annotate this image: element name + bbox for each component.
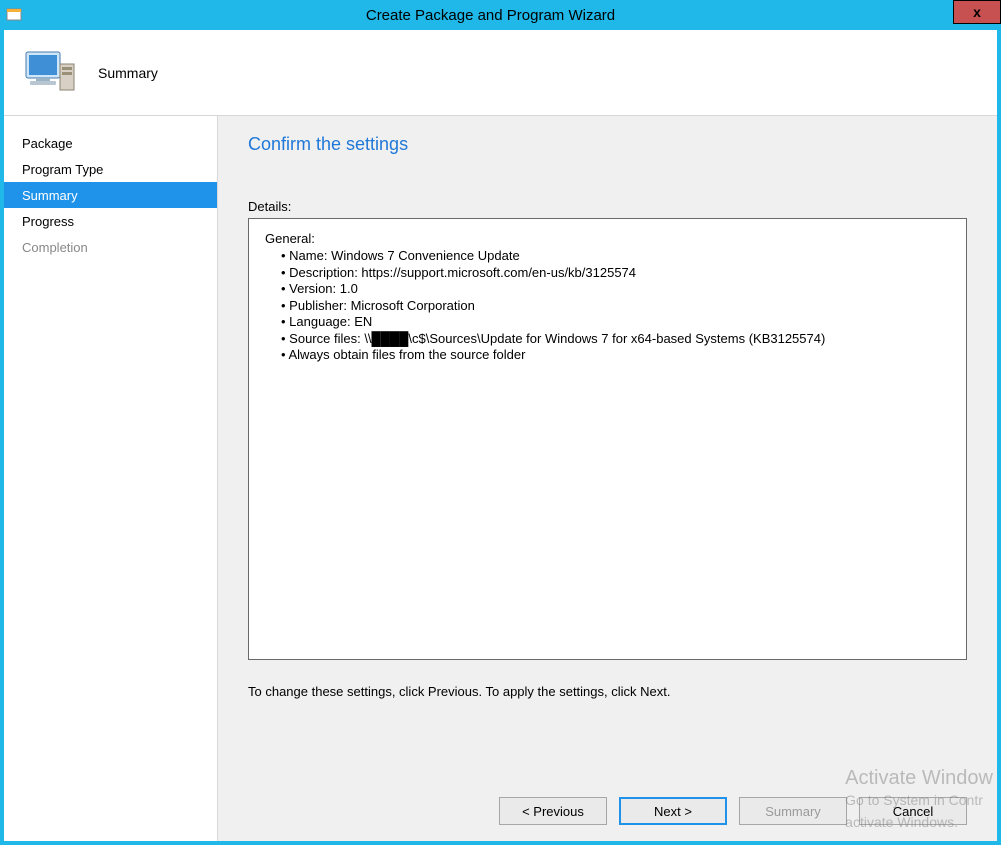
details-label: Details: xyxy=(248,199,967,214)
summary-button[interactable]: Summary xyxy=(739,797,847,825)
previous-button[interactable]: < Previous xyxy=(499,797,607,825)
title-bar: Create Package and Program Wizard x xyxy=(0,0,1001,30)
button-row: < Previous Next > Summary Cancel xyxy=(499,797,967,825)
details-item: Version: 1.0 xyxy=(291,281,950,298)
window-title: Create Package and Program Wizard xyxy=(28,7,953,24)
sidebar: Package Program Type Summary Progress Co… xyxy=(4,116,218,841)
close-icon: x xyxy=(973,4,981,20)
cancel-button[interactable]: Cancel xyxy=(859,797,967,825)
wizard-window: Create Package and Program Wizard x Summ… xyxy=(0,0,1001,845)
details-item: Language: EN xyxy=(291,314,950,331)
sidebar-item-summary[interactable]: Summary xyxy=(4,182,217,208)
sidebar-item-progress[interactable]: Progress xyxy=(4,208,217,234)
sidebar-item-label: Package xyxy=(22,136,73,151)
page-title: Summary xyxy=(78,65,158,81)
sidebar-item-label: Completion xyxy=(22,240,88,255)
sidebar-item-program-type[interactable]: Program Type xyxy=(4,156,217,182)
computer-icon xyxy=(22,45,78,101)
details-item: Source files: \\████\c$\Sources\Update f… xyxy=(291,331,950,348)
page-heading: Confirm the settings xyxy=(248,134,967,155)
details-section-heading: General: xyxy=(265,231,950,246)
details-item: Publisher: Microsoft Corporation xyxy=(291,298,950,315)
close-button[interactable]: x xyxy=(953,0,1001,24)
details-item: Always obtain files from the source fold… xyxy=(291,347,950,364)
wizard-header: Summary xyxy=(4,30,997,116)
sidebar-item-package[interactable]: Package xyxy=(4,130,217,156)
details-item: Name: Windows 7 Convenience Update xyxy=(291,248,950,265)
details-box: General: Name: Windows 7 Convenience Upd… xyxy=(248,218,967,660)
app-icon xyxy=(0,0,28,30)
sidebar-item-label: Program Type xyxy=(22,162,103,177)
sidebar-item-label: Summary xyxy=(22,188,78,203)
sidebar-item-label: Progress xyxy=(22,214,74,229)
details-item: Description: https://support.microsoft.c… xyxy=(291,265,950,282)
sidebar-item-completion[interactable]: Completion xyxy=(4,234,217,260)
wizard-body: Package Program Type Summary Progress Co… xyxy=(4,116,997,841)
hint-text: To change these settings, click Previous… xyxy=(248,684,967,699)
main-panel: Confirm the settings Details: General: N… xyxy=(218,116,997,841)
details-list: Name: Windows 7 Convenience Update Descr… xyxy=(265,248,950,364)
next-button[interactable]: Next > xyxy=(619,797,727,825)
